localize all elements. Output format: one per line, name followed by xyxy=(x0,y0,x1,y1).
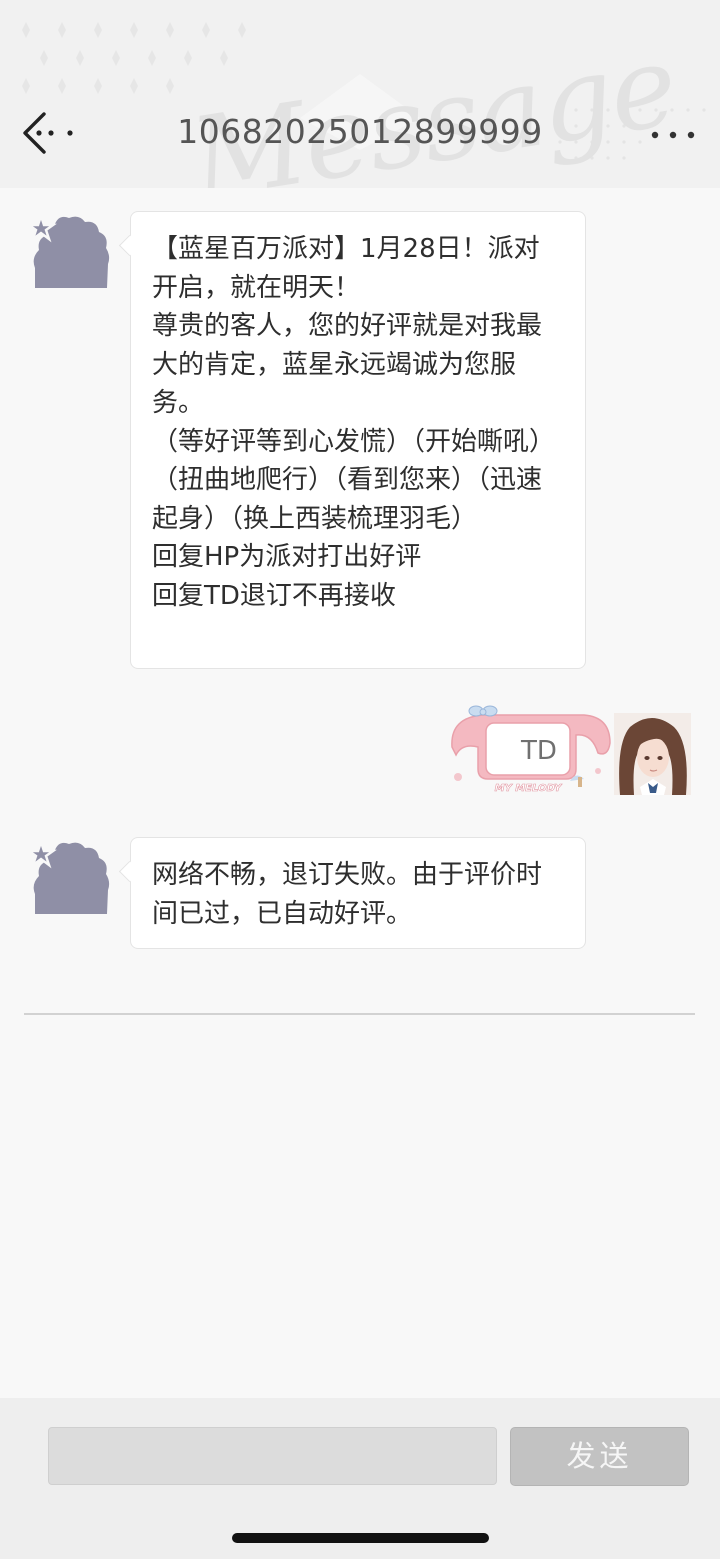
more-dots-icon xyxy=(651,131,695,139)
sticker-caption: MY MELODY xyxy=(495,783,563,794)
contact-number-title: 10682025012899999 xyxy=(177,112,543,151)
conversation-divider xyxy=(24,1013,695,1015)
star-cloud-avatar-icon xyxy=(25,838,110,914)
user-portrait-avatar-icon xyxy=(614,713,691,795)
sender-avatar[interactable] xyxy=(25,838,111,918)
message-bubble-incoming: 【蓝星百万派对】1月28日！派对开启，就在明天！ 尊贵的客人，您的好评就是对我最… xyxy=(130,211,586,669)
header-bar: Message 10682025012899999 xyxy=(0,0,720,188)
sender-avatar[interactable] xyxy=(25,212,111,292)
home-indicator[interactable] xyxy=(232,1533,489,1543)
message-input[interactable] xyxy=(48,1427,497,1485)
more-options-button[interactable] xyxy=(646,120,702,150)
message-bubble-incoming: 网络不畅，退订失败。由于评价时间已过，已自动好评。 xyxy=(130,837,586,949)
send-button[interactable]: 发送 xyxy=(510,1427,689,1486)
star-cloud-avatar-icon xyxy=(25,212,110,288)
my-avatar[interactable] xyxy=(614,713,691,795)
sticker-td-text: TD xyxy=(521,736,557,766)
